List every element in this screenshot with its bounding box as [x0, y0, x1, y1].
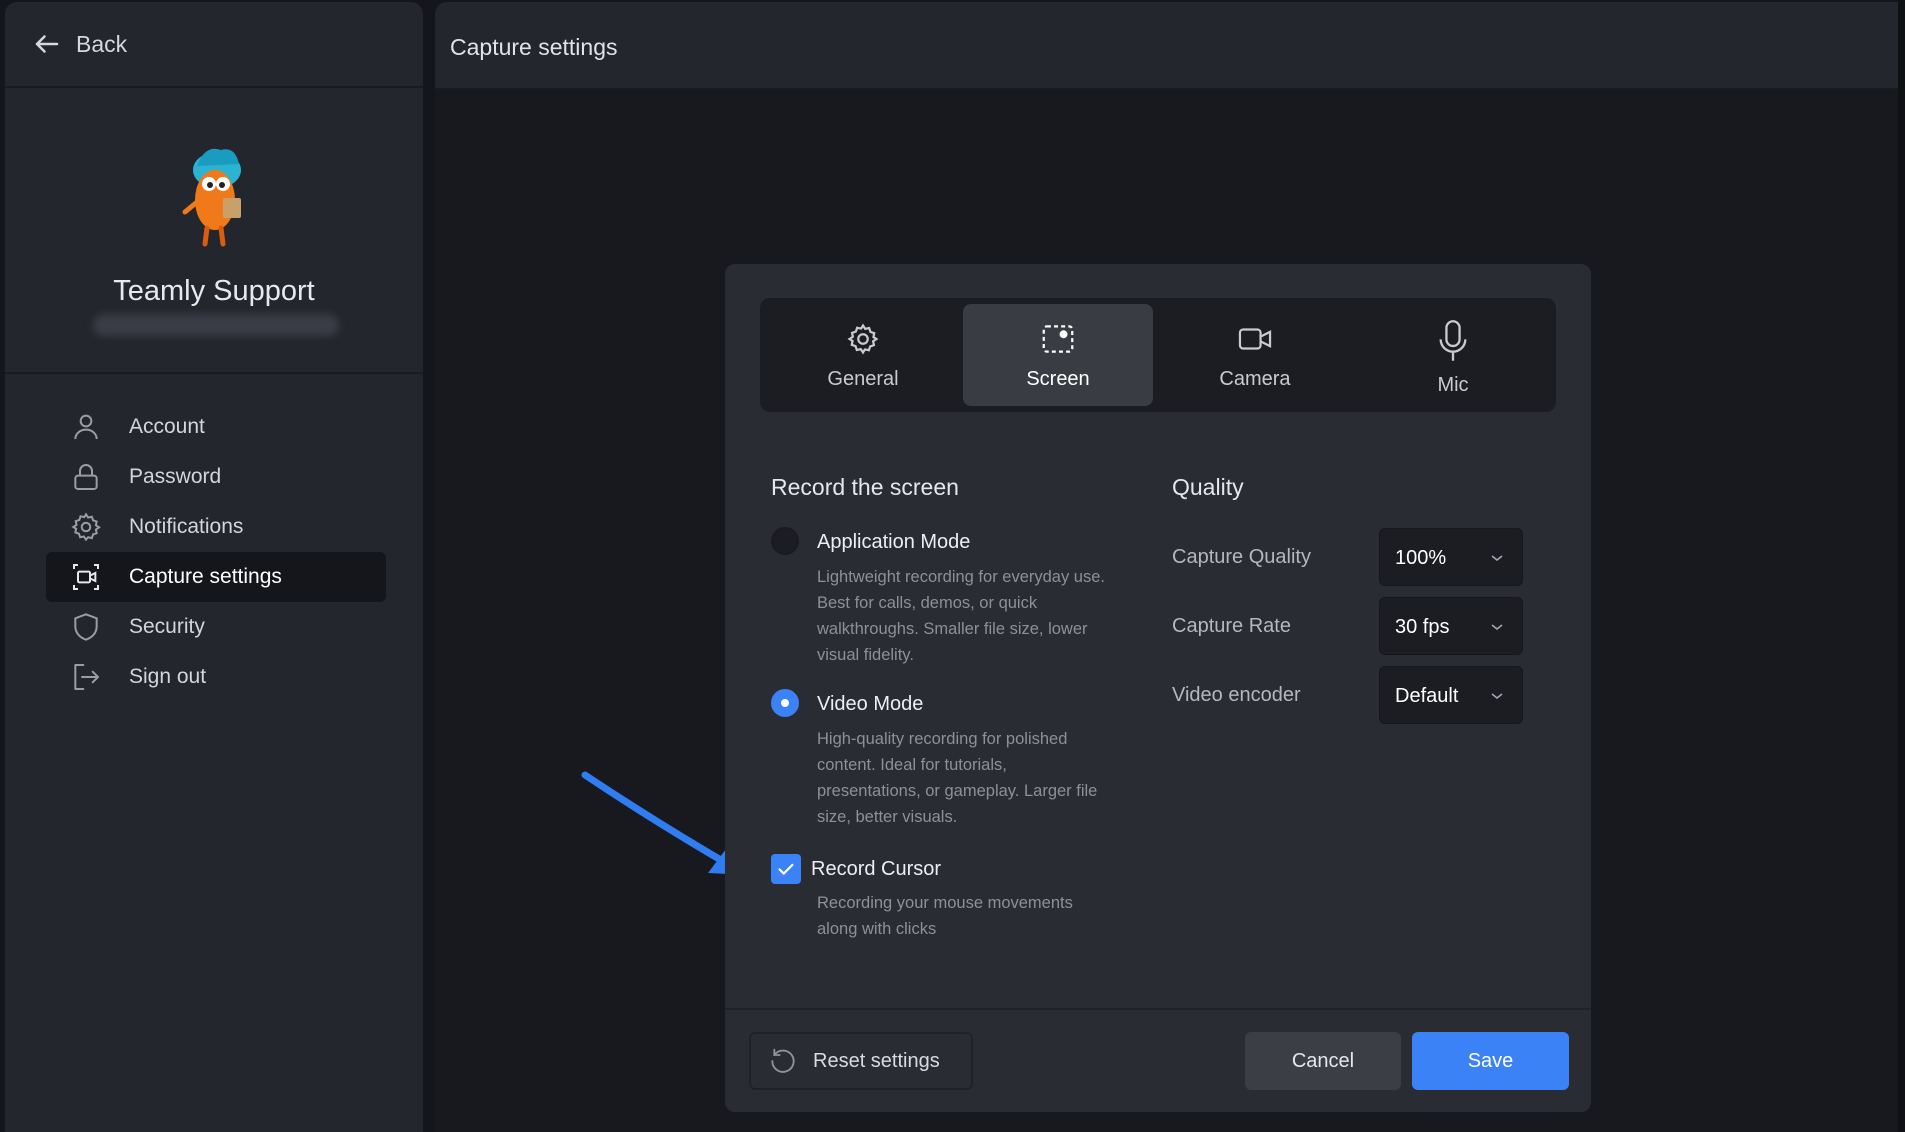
check-icon [778, 863, 794, 875]
select-value: Default [1395, 685, 1459, 707]
dialog-footer: Reset settings Cancel Save [725, 1008, 1591, 1112]
settings-tabs: General Screen Camera Mic [760, 298, 1556, 412]
reset-icon [771, 1048, 795, 1073]
user-icon [69, 410, 103, 444]
tab-label: Mic [1437, 374, 1469, 396]
capture-rate-select[interactable]: 30 fps [1379, 597, 1523, 655]
capture-icon [69, 560, 103, 594]
capture-quality-label: Capture Quality [1172, 546, 1311, 568]
chevron-down-icon [1491, 555, 1503, 562]
cancel-button[interactable]: Cancel [1245, 1032, 1401, 1090]
sidebar-item-capture-settings[interactable]: Capture settings [46, 552, 386, 602]
sidebar-item-label: Security [129, 615, 205, 638]
tab-camera[interactable]: Camera [1160, 304, 1350, 406]
sign-out-icon [69, 660, 103, 694]
tab-label: Camera [1219, 368, 1291, 390]
capture-settings-dialog: General Screen Camera Mic Record the scr… [725, 264, 1591, 1112]
capture-quality-select[interactable]: 100% [1379, 528, 1523, 586]
shield-icon [69, 610, 103, 644]
description-line: Recording your mouse movements [817, 894, 1073, 912]
page-header: Capture settings [435, 2, 1905, 90]
sidebar-item-label: Notifications [129, 515, 244, 538]
reset-settings-button[interactable]: Reset settings [749, 1032, 973, 1090]
sidebar-item-label: Sign out [129, 665, 207, 688]
tab-screen[interactable]: Screen [963, 304, 1153, 406]
sidebar-nav: Account Password Notifications Capture s… [46, 402, 386, 702]
sidebar-item-label: Password [129, 465, 222, 488]
description-line: Lightweight recording for everyday use. [817, 568, 1105, 586]
lock-icon [69, 460, 103, 494]
reset-settings-label: Reset settings [813, 1049, 940, 1072]
page-title: Capture settings [450, 34, 618, 60]
back-button[interactable]: Back [5, 2, 423, 88]
description-line: size, better visuals. [817, 808, 958, 826]
sidebar-item-notifications[interactable]: Notifications [46, 502, 386, 552]
tab-general[interactable]: General [768, 304, 958, 406]
tab-mic[interactable]: Mic [1358, 304, 1548, 406]
tab-label: Screen [1026, 368, 1090, 390]
chevron-down-icon [1491, 693, 1503, 700]
sidebar: Back Teamly Support Account Password Not… [5, 2, 423, 1132]
gear-icon [69, 510, 103, 544]
sidebar-item-password[interactable]: Password [46, 452, 386, 502]
sidebar-item-account[interactable]: Account [46, 402, 386, 452]
profile-card: Teamly Support [5, 90, 423, 374]
description-line: visual fidelity. [817, 646, 914, 664]
description-line: walkthroughs. Smaller file size, lower [817, 620, 1088, 638]
video-encoder-select[interactable]: Default [1379, 666, 1523, 724]
sidebar-item-security[interactable]: Security [46, 602, 386, 652]
gear-icon [768, 320, 958, 360]
video-encoder-label: Video encoder [1172, 684, 1301, 706]
screen-select-icon [963, 320, 1153, 360]
camera-icon [1160, 320, 1350, 360]
profile-email-blurred [93, 314, 339, 336]
chevron-down-icon [1491, 624, 1503, 631]
select-value: 100% [1395, 547, 1447, 569]
record-section-title: Record the screen [771, 474, 959, 500]
select-value: 30 fps [1395, 616, 1450, 638]
window-edge [1898, 0, 1905, 1132]
video-mode-title: Video Mode [817, 693, 924, 715]
sidebar-item-label: Capture settings [129, 565, 282, 588]
sidebar-item-sign-out[interactable]: Sign out [46, 652, 386, 702]
application-mode-title: Application Mode [817, 531, 971, 553]
arrow-left-icon [35, 35, 59, 53]
avatar [182, 148, 241, 247]
save-button[interactable]: Save [1412, 1032, 1569, 1090]
video-mode-description: High-quality recording for polished cont… [817, 726, 1127, 830]
microphone-icon [1358, 318, 1548, 366]
description-line: along with clicks [817, 920, 937, 938]
sidebar-item-label: Account [129, 415, 205, 438]
application-mode-description: Lightweight recording for everyday use. … [817, 564, 1127, 668]
record-cursor-title: Record Cursor [811, 858, 942, 880]
record-cursor-checkbox[interactable] [771, 854, 801, 884]
back-label: Back [76, 30, 128, 57]
capture-rate-label: Capture Rate [1172, 615, 1291, 637]
video-mode-radio[interactable] [771, 689, 799, 717]
description-line: Best for calls, demos, or quick [817, 594, 1038, 612]
quality-section-title: Quality [1172, 474, 1244, 500]
tab-label: General [827, 368, 899, 390]
description-line: content. Ideal for tutorials, [817, 756, 1007, 774]
description-line: High-quality recording for polished [817, 730, 1068, 748]
application-mode-radio[interactable] [771, 527, 799, 555]
description-line: presentations, or gameplay. Larger file [817, 782, 1098, 800]
record-cursor-description: Recording your mouse movements along wit… [817, 890, 1127, 942]
profile-name: Teamly Support [113, 275, 315, 307]
